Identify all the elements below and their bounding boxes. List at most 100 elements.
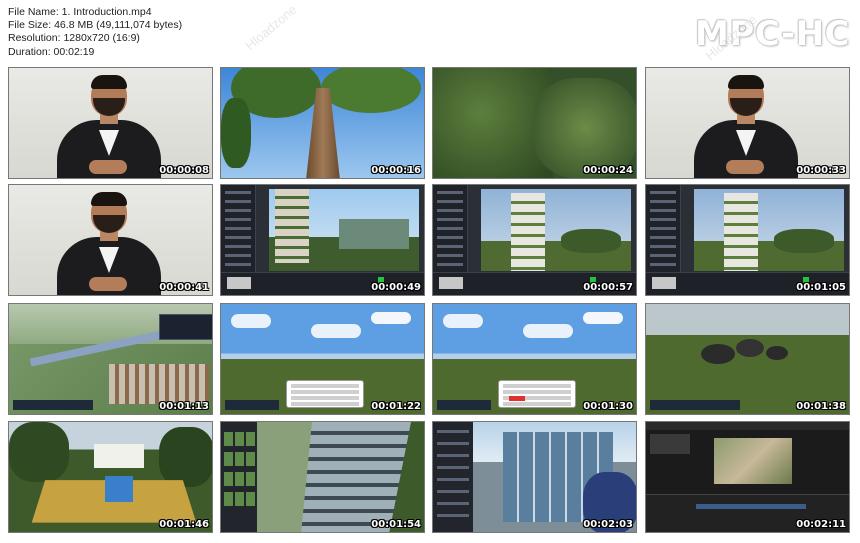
tower (724, 193, 758, 271)
library-item (235, 492, 244, 506)
timeline-clip (227, 277, 251, 289)
library-item (235, 432, 244, 446)
timestamp: 00:00:24 (583, 165, 633, 176)
tower (301, 422, 411, 532)
key-row (503, 390, 571, 394)
cloud (231, 314, 271, 328)
presenter-hands (726, 160, 764, 174)
library-item (224, 492, 233, 506)
timestamp: 00:01:22 (371, 401, 421, 412)
rock (766, 346, 788, 360)
panel-row (437, 236, 463, 239)
library-item (246, 432, 255, 446)
library-item (246, 492, 255, 506)
presenter-hair (728, 75, 764, 89)
trees (561, 229, 621, 253)
timestamp: 00:01:38 (796, 401, 846, 412)
tower (511, 193, 545, 271)
tower (275, 189, 309, 263)
presenter-hands (89, 160, 127, 174)
cloud (371, 312, 411, 324)
key-row (291, 390, 359, 394)
library-item (224, 472, 233, 486)
toolbar (650, 400, 740, 410)
panel-row (437, 490, 469, 493)
keyboard-overlay (286, 380, 364, 408)
panel-row (225, 218, 251, 221)
foliage-leaves (533, 78, 636, 178)
timeline-clip (439, 277, 463, 289)
panel-row (437, 218, 463, 221)
key-row (291, 396, 359, 400)
rock (701, 344, 735, 364)
timestamp: 00:00:08 (159, 165, 209, 176)
timestamp: 00:00:41 (159, 282, 209, 293)
viewport (694, 189, 844, 271)
panel-row (650, 227, 676, 230)
key-row (503, 402, 571, 406)
timestamp: 00:01:30 (583, 401, 633, 412)
tree-canopy (321, 68, 421, 113)
panel-row (225, 200, 251, 203)
tree-side (221, 98, 251, 168)
panel-row (437, 200, 463, 203)
panel-row (225, 263, 251, 266)
library-item (224, 432, 233, 446)
panel-row (437, 245, 463, 248)
keyboard-overlay (498, 380, 576, 408)
library-panel (221, 422, 257, 532)
trees (774, 229, 834, 253)
panel-row (437, 478, 469, 481)
project-panel (650, 434, 690, 454)
timestamp: 00:01:54 (371, 519, 421, 530)
trees (159, 427, 212, 487)
panel-row (650, 254, 676, 257)
panel-row (225, 209, 251, 212)
key-row (291, 402, 359, 406)
thumbnail-16: 00:02:11 (645, 421, 850, 533)
library-item (235, 452, 244, 466)
preview (714, 438, 792, 484)
panel-row (650, 263, 676, 266)
panel-row (650, 236, 676, 239)
thumbnail-grid: 00:00:08 00:00:16 00:00:24 00:00:33 00:00:41… (0, 0, 860, 543)
cloud (583, 312, 623, 324)
thumbnail-6: 00:00:49 (220, 184, 425, 296)
thumbnail-11: 00:01:30 (432, 303, 637, 415)
skyline (339, 219, 409, 249)
timestamp: 00:01:46 (159, 519, 209, 530)
thumbnail-7: 00:00:57 (432, 184, 637, 296)
cloud (443, 314, 483, 328)
cloud (523, 324, 573, 338)
timestamp: 00:00:33 (796, 165, 846, 176)
panel-row (437, 209, 463, 212)
thumbnail-8: 00:01:05 (645, 184, 850, 296)
nav-widget (159, 314, 212, 340)
rock (736, 339, 764, 357)
timestamp: 00:01:13 (159, 401, 209, 412)
timestamp: 00:02:11 (796, 519, 846, 530)
panel-row (437, 263, 463, 266)
timestamp: 00:00:57 (583, 282, 633, 293)
panel-row (225, 245, 251, 248)
side-panel (433, 422, 473, 532)
library-item (235, 472, 244, 486)
timestamp: 00:02:03 (583, 519, 633, 530)
key-row (503, 384, 571, 388)
panel-row (225, 191, 251, 194)
thumbnail-1: 00:00:08 (8, 67, 213, 179)
menu-bar (646, 422, 849, 430)
timestamp: 00:00:49 (371, 282, 421, 293)
toolbar (437, 400, 491, 410)
viewport (481, 189, 631, 271)
panel-row (437, 191, 463, 194)
presenter-hair (91, 192, 127, 206)
thumbnail-15: 00:02:03 (432, 421, 637, 533)
thumbnail-13: 00:01:46 (8, 421, 213, 533)
thumbnail-5: 00:00:41 (8, 184, 213, 296)
panel-row (225, 236, 251, 239)
pool (105, 476, 133, 502)
villa (94, 444, 144, 468)
thumbnail-2: 00:00:16 (220, 67, 425, 179)
thumbnail-3: 00:00:24 (432, 67, 637, 179)
